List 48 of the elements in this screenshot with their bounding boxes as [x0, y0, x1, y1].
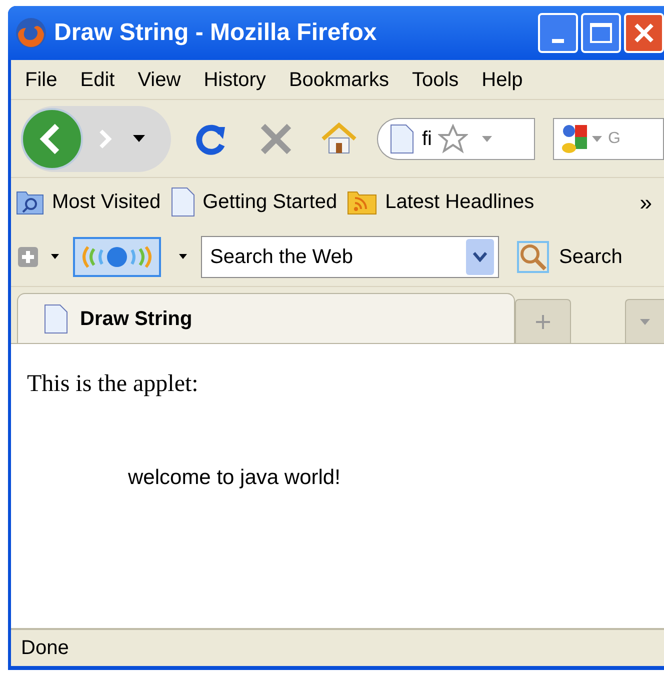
search-button[interactable]: Search — [517, 240, 622, 272]
web-search-field[interactable]: Search the Web — [201, 236, 499, 278]
bookmark-item[interactable]: Most Visited — [16, 187, 161, 217]
dropdown-icon — [640, 318, 650, 324]
google-icon[interactable] — [560, 122, 588, 154]
status-text: Done — [21, 636, 69, 661]
menu-item[interactable]: Bookmarks — [288, 64, 389, 94]
window-title: Draw String - Mozilla Firefox — [54, 18, 377, 48]
home-icon[interactable] — [321, 120, 357, 156]
dropdown-icon[interactable] — [133, 134, 145, 142]
search-placeholder: Search the Web — [210, 244, 354, 270]
close-icon — [632, 21, 656, 45]
page-icon — [170, 187, 195, 217]
menu-item[interactable]: Help — [482, 64, 523, 94]
dropdown-icon[interactable] — [179, 254, 187, 259]
firefox-icon — [14, 16, 48, 50]
plus-icon — [535, 314, 552, 330]
menu-item[interactable]: Edit — [80, 64, 115, 94]
close-button[interactable] — [624, 13, 664, 53]
browser-tab[interactable]: Draw String — [17, 293, 516, 343]
search-placeholder: G — [608, 128, 620, 148]
folder-icon — [16, 189, 44, 215]
stop-icon[interactable] — [259, 122, 293, 156]
menu-item[interactable]: File — [25, 64, 58, 94]
applet-text: welcome to java world! — [128, 465, 342, 491]
new-tab-button[interactable] — [515, 299, 571, 343]
back-icon[interactable] — [19, 106, 85, 172]
menu-item[interactable]: View — [138, 64, 181, 94]
minimize-button[interactable] — [538, 13, 578, 53]
page-icon — [44, 304, 68, 334]
star-icon[interactable] — [438, 124, 468, 154]
radio-button[interactable] — [73, 236, 161, 276]
menu-item[interactable]: History — [204, 64, 266, 94]
chevron-down-icon — [473, 252, 487, 262]
search-icon — [517, 240, 549, 272]
address-bar[interactable]: fi — [377, 118, 535, 160]
page-icon — [390, 124, 414, 154]
bookmark-item[interactable]: Getting Started — [170, 187, 338, 217]
maximize-button[interactable] — [581, 13, 621, 53]
url-text: fi — [422, 126, 432, 152]
page-text: This is the applet: — [27, 370, 200, 399]
dropdown-icon[interactable] — [51, 254, 59, 259]
bookmark-item[interactable]: Latest Headlines — [347, 187, 534, 217]
rss-folder-icon — [347, 189, 378, 215]
dropdown-button[interactable] — [466, 238, 494, 274]
menu-item[interactable]: Tools — [412, 64, 459, 94]
plus-icon[interactable] — [17, 246, 39, 268]
overflow-button[interactable]: » — [640, 186, 652, 218]
